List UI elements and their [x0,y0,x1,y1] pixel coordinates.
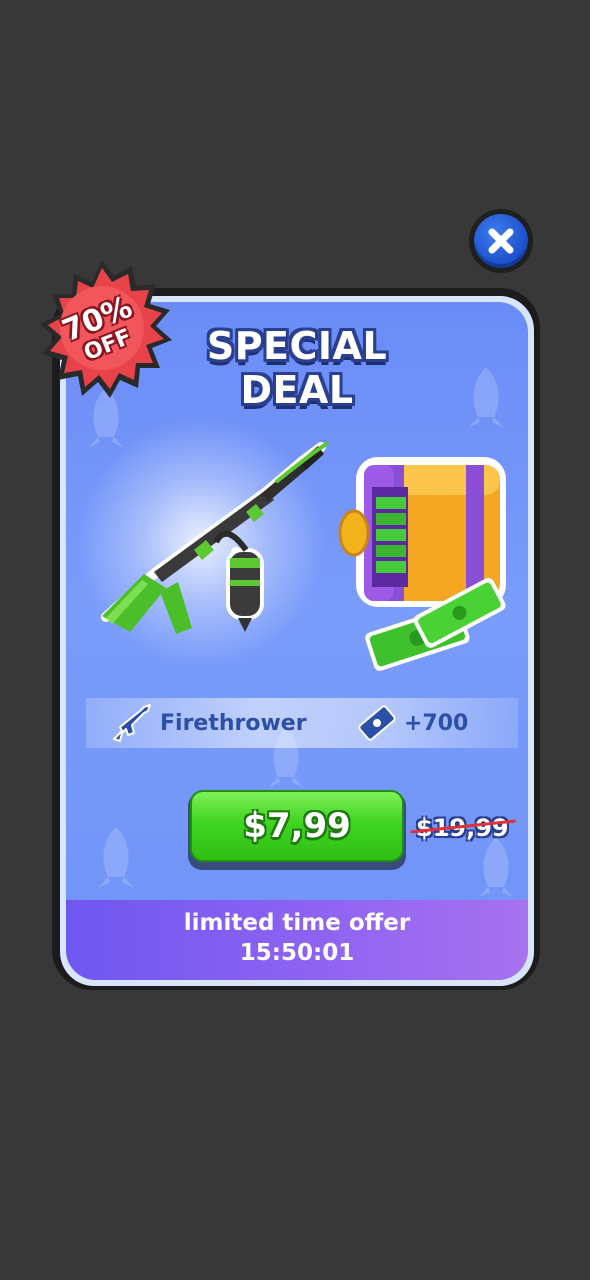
reward-label: +700 [404,710,469,736]
price-label: $7,99 [243,806,351,846]
rifle-icon [113,704,151,742]
flamethrower-illustration [101,441,330,634]
screen: SPECIAL DEAL Firethrower +700 $7,99 limi… [0,0,590,1280]
countdown-timer: 15:50:01 [239,940,355,966]
offer-footer: limited time offer 15:50:01 [66,900,528,980]
rocket-pattern-icon [478,837,514,898]
limited-offer-label: limited time offer [183,910,411,936]
close-button[interactable] [469,209,533,273]
cash-icon [358,705,396,741]
reward-label: Firethrower [160,710,307,736]
cash-safe-illustration [338,457,506,671]
rocket-pattern-icon [98,827,134,888]
buy-button[interactable]: $7,99 [190,790,404,862]
close-icon [488,228,514,254]
reward-firethrower: Firethrower [110,698,307,748]
reward-cash: +700 [354,698,468,748]
